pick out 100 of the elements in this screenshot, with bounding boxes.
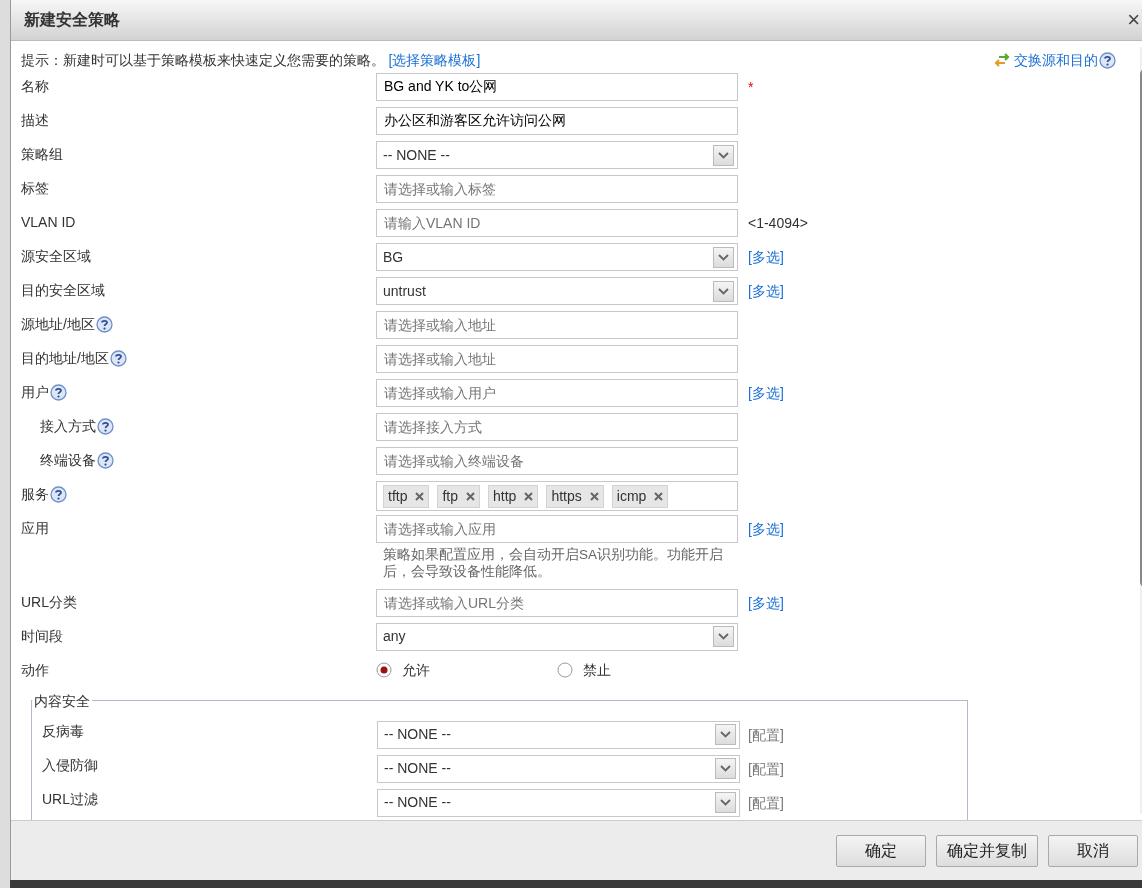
input-field[interactable]: 请选择接入方式 [376,413,738,441]
close-icon [524,491,534,501]
select-value: BG [383,247,404,267]
field-label: 动作 [21,660,49,680]
field-label: 时间段 [21,626,63,646]
tag-label: tftp [388,486,408,506]
chevron-down-icon [720,731,731,739]
required-mark: * [748,78,755,97]
field-label: VLAN ID [21,213,76,232]
chevron-down-icon [718,287,729,295]
field-label: 源安全区域 [21,247,91,266]
input-field[interactable]: BG and YK to公网 [376,73,738,101]
radio-option[interactable]: 允许 [376,659,557,681]
input-field[interactable]: 请选择或输入标签 [376,175,738,203]
input-field[interactable]: 请选择或输入地址 [376,345,738,373]
close-button[interactable]: × [1125,9,1142,31]
service-tag[interactable]: ftp [437,484,481,508]
field-label: 接入方式 [40,417,96,436]
field-label: 描述 [21,111,49,130]
radio-button[interactable] [557,662,573,679]
chevron-down-icon [720,765,731,773]
select-field[interactable]: -- NONE -- [377,754,740,783]
chevron-down-icon [718,633,729,641]
select-field[interactable]: -- NONE -- [377,720,740,749]
select-field[interactable]: any [376,622,738,651]
chevron-down-icon [718,253,729,261]
dropdown-button[interactable] [715,724,736,746]
input-field[interactable]: 请输入VLAN ID [376,209,738,237]
select-value: -- NONE -- [384,759,451,779]
field-label: 目的地址/地区 [21,349,109,368]
multi-select-link[interactable]: [多选] [748,588,1142,614]
dialog-button[interactable]: 取消 [1048,834,1138,867]
tag-label: http [493,486,517,506]
dropdown-button[interactable] [713,246,734,268]
dialog-button[interactable]: 确定 [836,834,926,867]
multi-select-link[interactable]: [多选] [748,379,1142,404]
multi-select-link[interactable]: [多选] [748,243,1142,268]
field-label: URL分类 [21,592,77,612]
radio-button[interactable] [376,662,392,679]
input-field[interactable]: 请选择或输入应用 [376,515,738,543]
field-label: 用户 [21,383,49,402]
dropdown-button[interactable] [713,144,734,166]
field-label: 服务 [21,485,49,504]
config-link[interactable]: [配置] [748,720,957,746]
select-value: -- NONE -- [384,793,451,813]
config-link[interactable]: [配置] [748,788,957,814]
swap-link[interactable]: 交换源和目的 [1014,49,1098,71]
dialog-title: 新建安全策略 [24,10,120,30]
select-field[interactable]: -- NONE -- [376,141,738,169]
range-hint: <1-4094> [748,214,809,233]
select-value: -- NONE -- [383,145,450,165]
tag-label: ftp [442,486,459,506]
field-label: 入侵防御 [42,755,99,775]
help-note: 策略如果配置应用，会自动开启SA识别功能。功能开启后，会导致设备性能降低。 [382,546,724,581]
config-link[interactable]: [配置] [748,754,957,780]
field-label: 名称 [21,77,49,96]
input-field[interactable]: 请选择或输入终端设备 [376,447,738,475]
tag-label: icmp [616,486,647,506]
select-field[interactable]: -- NONE -- [377,788,740,817]
dropdown-button[interactable] [715,792,736,814]
input-field[interactable]: 请选择或输入URL分类 [376,588,738,617]
template-link[interactable]: [选择策略模板] [388,49,481,71]
close-icon [415,491,425,501]
service-tag[interactable]: https [546,484,604,508]
service-tag[interactable]: http [488,484,539,508]
close-icon [654,491,664,501]
chevron-down-icon [718,151,729,159]
help-icon [1099,51,1116,69]
field-label: 标签 [21,179,49,198]
swap-arrows-icon [992,53,1011,67]
tag-label: https [551,486,582,506]
tag-input-field[interactable]: tftp ftp http https icmp [376,481,738,511]
service-tag[interactable]: icmp [611,484,669,508]
select-field[interactable]: BG [376,243,738,271]
input-field[interactable]: 办公区和游客区允许访问公网 [376,107,738,135]
field-label: 目的安全区域 [21,281,105,300]
field-label: 反病毒 [42,721,85,741]
dropdown-button[interactable] [715,758,736,780]
input-field[interactable]: 请选择或输入地址 [376,311,738,339]
field-label: 应用 [21,519,49,538]
dropdown-button[interactable] [713,626,734,648]
hint-text: 提示：新建时可以基于策略模板来快速定义您需要的策略。 [21,50,385,70]
chevron-down-icon [720,799,731,807]
service-tag[interactable]: tftp [383,484,430,508]
dialog-button[interactable]: 确定并复制 [936,834,1038,867]
select-value: untrust [383,281,426,301]
radio-label: 禁止 [583,660,611,680]
input-field[interactable]: 请选择或输入用户 [376,379,738,407]
select-value: -- NONE -- [384,725,451,745]
close-icon [589,491,599,501]
dropdown-button[interactable] [713,280,734,302]
multi-select-link[interactable]: [多选] [748,515,1142,540]
radio-label: 允许 [402,660,430,680]
field-label: 终端设备 [40,451,96,470]
field-label: 源地址/地区 [21,315,95,334]
multi-select-link[interactable]: [多选] [748,277,1142,302]
radio-option[interactable]: 禁止 [557,659,738,681]
select-field[interactable]: untrust [376,277,738,305]
field-label: URL过滤 [42,789,99,809]
close-icon [466,491,476,501]
